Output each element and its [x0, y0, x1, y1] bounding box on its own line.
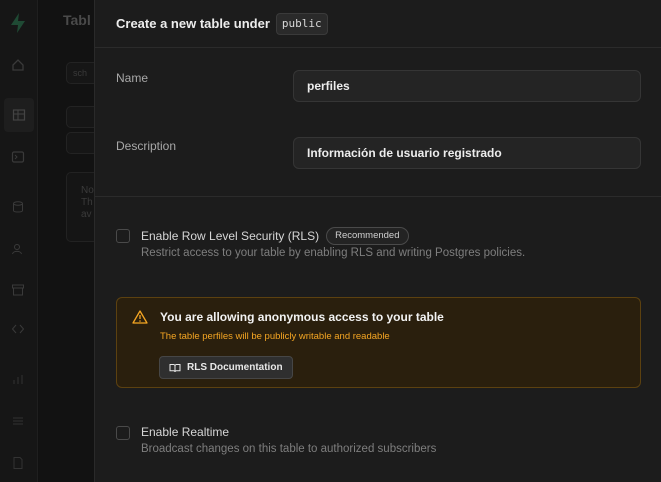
auth-icon[interactable]	[9, 240, 27, 258]
table-editor-icon[interactable]	[4, 98, 34, 132]
warning-subtitle: The table perfiles will be publicly writ…	[160, 331, 390, 342]
sheet-header: Create a new table under public	[95, 0, 661, 48]
panel-title: Tabl	[63, 12, 91, 28]
rls-checkbox[interactable]	[116, 229, 130, 243]
schema-badge: public	[275, 12, 328, 35]
app-root: Tabl sch No Th av Create a new table und…	[0, 0, 661, 482]
book-open-icon	[169, 363, 181, 372]
realtime-description: Broadcast changes on this table to autho…	[141, 443, 437, 455]
database-icon[interactable]	[9, 198, 27, 216]
warning-triangle-icon	[132, 310, 148, 324]
logs-icon[interactable]	[9, 412, 27, 430]
create-table-sheet: Create a new table under public Name per…	[94, 0, 661, 482]
warning-title: You are allowing anonymous access to you…	[160, 310, 444, 324]
realtime-checkbox[interactable]	[116, 426, 130, 440]
reports-icon[interactable]	[9, 370, 27, 388]
description-label: Description	[116, 139, 177, 153]
table-editor-panel: Tabl sch No Th av	[39, 0, 126, 482]
nav-rail	[0, 0, 38, 482]
description-input[interactable]: Información de usuario registrado	[293, 137, 641, 169]
docs-icon[interactable]	[9, 454, 27, 472]
name-input[interactable]: perfiles	[293, 70, 641, 102]
recommended-badge: Recommended	[326, 227, 409, 245]
supabase-logo-icon[interactable]	[8, 12, 28, 34]
home-icon[interactable]	[9, 56, 27, 74]
rls-title: Enable Row Level Security (RLS)	[141, 229, 320, 243]
realtime-title[interactable]: Enable Realtime	[141, 425, 229, 439]
rls-description: Restrict access to your table by enablin…	[141, 247, 526, 259]
section-divider	[95, 196, 661, 197]
sheet-title: Create a new table under	[116, 16, 270, 31]
name-label: Name	[116, 71, 149, 85]
rls-documentation-label: RLS Documentation	[187, 362, 283, 373]
storage-icon[interactable]	[9, 281, 27, 299]
sql-editor-icon[interactable]	[9, 148, 27, 166]
anonymous-access-warning: You are allowing anonymous access to you…	[116, 297, 641, 388]
edge-functions-icon[interactable]	[9, 320, 27, 338]
rls-option[interactable]: Enable Row Level Security (RLS) Recommen…	[141, 227, 409, 245]
rls-documentation-button[interactable]: RLS Documentation	[159, 356, 293, 379]
